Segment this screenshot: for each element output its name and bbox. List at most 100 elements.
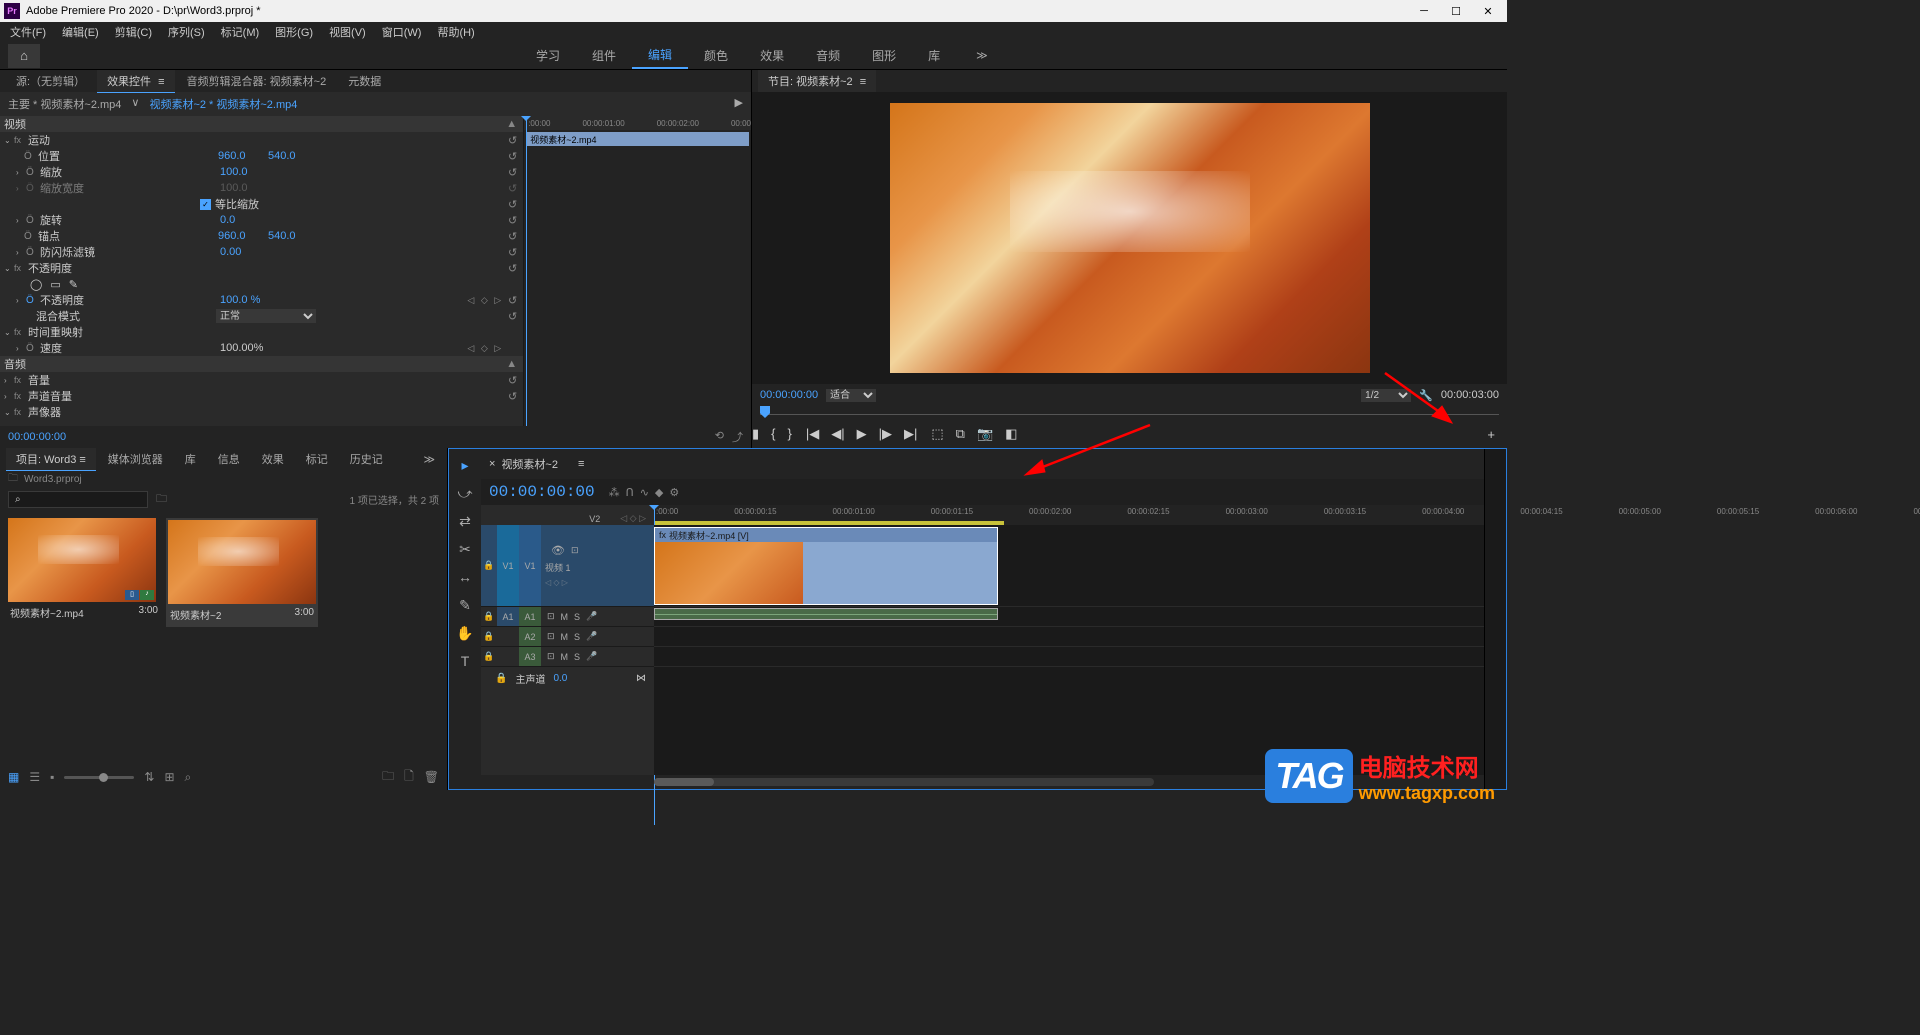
bin-item-sequence[interactable]: 视频素材~23:00 — [166, 518, 318, 627]
play-icon[interactable]: ▶ — [857, 426, 867, 442]
mute-icon[interactable]: ⊡ — [547, 631, 555, 642]
thumbnail-size-slider[interactable] — [64, 776, 134, 779]
reset-icon[interactable]: ↺ — [508, 134, 517, 147]
source-patch-a1[interactable]: A1 — [497, 607, 519, 626]
stopwatch-icon[interactable]: Ö — [24, 151, 38, 162]
lock-icon[interactable]: 🔒 — [481, 651, 497, 662]
workspace-color[interactable]: 颜色 — [688, 43, 744, 68]
opacity-effect[interactable]: 不透明度 — [28, 260, 208, 276]
delete-icon[interactable]: 🗑 — [424, 770, 439, 784]
stopwatch-active-icon[interactable]: Ö — [26, 295, 40, 306]
track-head-a2[interactable]: 🔒A2⊡MS🎤 — [481, 627, 654, 647]
stopwatch-icon[interactable]: Ö — [24, 231, 38, 242]
program-ruler[interactable] — [760, 406, 1499, 420]
ellipse-mask-icon[interactable]: ◯ — [30, 278, 42, 291]
tab-source[interactable]: 源:（无剪辑） — [6, 70, 95, 92]
sequence-name[interactable]: 视频素材~2 — [501, 456, 558, 472]
compare-icon[interactable]: ◧ — [1005, 426, 1017, 442]
motion-effect[interactable]: 运动 — [28, 132, 208, 148]
timeline-clips-area[interactable]: fx视频素材~2.mp4 [V] — [654, 525, 1484, 775]
tab-menu-icon[interactable]: ≡ — [158, 76, 164, 88]
close-seq-icon[interactable]: × — [489, 458, 495, 470]
tab-menu-icon[interactable]: ≡ — [578, 458, 584, 470]
track-nav-icons[interactable]: ◁ ◇ ▷ — [545, 578, 579, 587]
menu-marker[interactable]: 标记(M) — [215, 22, 266, 42]
tab-effect-controls[interactable]: 效果控件 ≡ — [97, 70, 174, 93]
sync-lock-icon[interactable]: ⊡ — [571, 545, 579, 556]
find-icon[interactable]: ⌕ — [185, 770, 192, 785]
tab-effects[interactable]: 效果 — [252, 448, 294, 470]
lock-icon[interactable]: 🔒 — [495, 673, 507, 684]
reset-icon[interactable]: ↺ — [508, 198, 517, 211]
menu-graphics[interactable]: 图形(G) — [269, 22, 319, 42]
keyframe-nav[interactable]: ◁ ◇ ▷ — [467, 295, 503, 306]
tab-menu-icon[interactable]: ≡ — [860, 76, 866, 88]
voiceover-icon[interactable]: 🎤 — [586, 651, 597, 662]
tab-program[interactable]: 节目: 视频素材~2 ≡ — [758, 70, 876, 93]
position-y[interactable]: 540.0 — [268, 150, 318, 162]
new-bin-icon[interactable]: 🗀 — [382, 767, 394, 788]
slip-tool-icon[interactable]: ↔ — [455, 567, 475, 587]
icon-view-icon[interactable]: ☰ — [29, 770, 40, 784]
target-patch-a3[interactable]: A3 — [519, 647, 541, 666]
magnet-icon[interactable]: ᑎ — [626, 486, 634, 499]
reset-icon[interactable]: ↺ — [508, 310, 517, 323]
target-patch-a2[interactable]: A2 — [519, 627, 541, 646]
program-timecode[interactable]: 00:00:00:00 — [760, 389, 818, 401]
mute-m[interactable]: M — [561, 652, 569, 662]
video-clip[interactable]: fx视频素材~2.mp4 [V] — [654, 527, 998, 605]
loop-icon[interactable]: ⟲ — [715, 429, 724, 445]
extract-icon[interactable]: ⧉ — [956, 426, 965, 442]
anchor-x[interactable]: 960.0 — [218, 230, 268, 242]
position-x[interactable]: 960.0 — [218, 150, 268, 162]
reset-icon[interactable]: ↺ — [508, 294, 517, 307]
workspace-overflow[interactable]: ≫ — [976, 49, 988, 62]
uniform-scale-checkbox[interactable]: ✓ — [200, 199, 211, 210]
selection-tool-icon[interactable]: ▸ — [455, 455, 475, 475]
workspace-graphics[interactable]: 图形 — [856, 43, 912, 68]
reset-icon[interactable]: ↺ — [508, 166, 517, 179]
voiceover-icon[interactable]: 🎤 — [586, 611, 597, 622]
tab-history[interactable]: 历史记 — [340, 448, 393, 470]
mute-m[interactable]: M — [561, 612, 569, 622]
menu-file[interactable]: 文件(F) — [4, 22, 52, 42]
workspace-effects[interactable]: 效果 — [744, 43, 800, 68]
solo-s[interactable]: S — [574, 652, 580, 662]
play-indicator-icon[interactable]: ▶ — [735, 96, 743, 112]
workspace-audio[interactable]: 音频 — [800, 43, 856, 68]
marker-icon[interactable]: ▮ — [752, 426, 759, 442]
mark-out-icon[interactable]: } — [788, 426, 792, 442]
source-patch-v1[interactable]: V1 — [497, 525, 519, 606]
minimize-button[interactable]: ─ — [1417, 4, 1431, 18]
new-item-icon[interactable]: 🗋 — [404, 767, 414, 788]
effect-timecode[interactable]: 00:00:00:00 — [8, 431, 66, 443]
speed-value[interactable]: 100.00% — [220, 342, 263, 354]
blend-mode-select[interactable]: 正常 — [216, 309, 316, 323]
menu-sequence[interactable]: 序列(S) — [162, 22, 211, 42]
mute-icon[interactable]: ⊡ — [547, 651, 555, 662]
volume-effect[interactable]: 音量 — [28, 372, 208, 388]
tab-info[interactable]: 信息 — [208, 448, 250, 470]
sort-icon[interactable]: ⇅ — [144, 770, 154, 784]
auto-seq-icon[interactable]: ⊞ — [164, 770, 174, 784]
track-head-a3[interactable]: 🔒 A3 ⊡ MS 🎤 — [481, 647, 654, 667]
collapse-icon[interactable]: ▲ — [506, 358, 517, 370]
bowtie-icon[interactable]: ⋈ — [636, 673, 646, 684]
panner-effect[interactable]: 声像器 — [28, 404, 208, 420]
voiceover-icon[interactable]: 🎤 — [586, 631, 597, 642]
menu-clip[interactable]: 剪辑(C) — [109, 22, 158, 42]
project-breadcrumb[interactable]: Word3.prproj — [24, 474, 82, 485]
type-tool-icon[interactable]: T — [455, 651, 475, 671]
reset-icon[interactable]: ↺ — [508, 374, 517, 387]
effect-playhead[interactable] — [526, 116, 527, 426]
folder-icon[interactable]: 🗀 — [8, 471, 18, 488]
rotation-value[interactable]: 0.0 — [220, 214, 270, 226]
toggle-visibility-icon[interactable]: 👁 — [551, 544, 565, 557]
track-head-v1[interactable]: 🔒 V1 V1 👁⊡ 视频 1 ◁ ◇ ▷ — [481, 525, 654, 607]
tab-markers[interactable]: 标记 — [296, 448, 338, 470]
tabs-overflow-icon[interactable]: ≫ — [417, 450, 441, 469]
snap-icon[interactable]: ⁂ — [609, 486, 620, 499]
workspace-assembly[interactable]: 组件 — [576, 43, 632, 68]
collapse-icon[interactable]: ▲ — [506, 118, 517, 130]
fit-select[interactable]: 适合 — [826, 389, 876, 402]
